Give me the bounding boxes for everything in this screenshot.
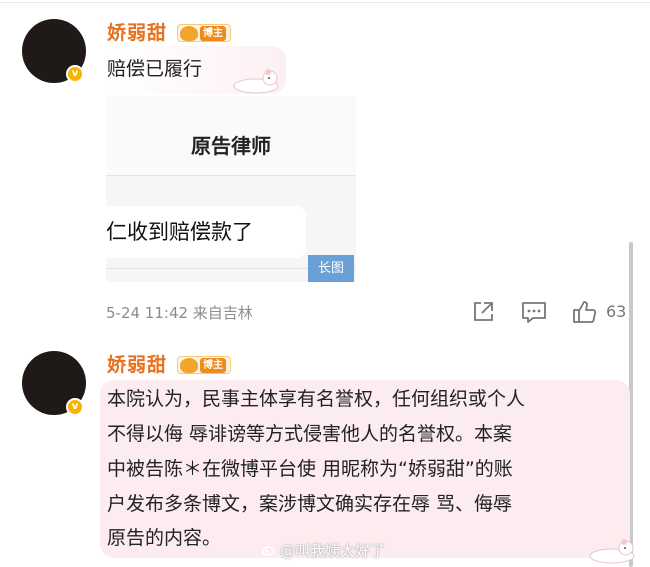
comment-icon[interactable] [521,300,547,324]
image-message-text: 仁收到赔偿款了 [106,220,253,244]
badge-label: 博主 [200,358,226,373]
like-icon[interactable] [572,300,598,324]
comment-text-line: 中被告陈＊在微博平台使 用昵称为“娇弱甜”的账 [107,458,513,480]
verified-badge-icon: v [66,398,84,416]
bunny-decoration-icon [589,539,635,564]
comment-meta: 5-24 11:42 来自吉林 [106,304,253,322]
top-divider [0,2,650,3]
comment-text-line: 户发布多条博文，案涉博文确实存在辱 骂、侮辱 [107,493,513,515]
weibo-logo-icon [262,546,275,556]
comment-text-line: 本院认为，民事主体享有名誉权，任何组织或个人 [107,388,526,410]
watermark: @叫我姨太好了 [262,540,385,561]
blogger-badge: 博主 [177,356,231,374]
crown-icon [180,26,198,41]
watermark-text: @叫我姨太好了 [280,542,386,560]
long-image-tag: 长图 [308,255,354,282]
badge-label: 博主 [200,26,226,41]
username[interactable]: 娇弱甜 [107,350,167,377]
bunny-decoration-icon [233,69,279,94]
comment-text: 赔偿已履行 [107,58,203,80]
verified-badge-icon: v [66,65,84,83]
image-message-card: 仁收到赔偿款了 [106,206,306,258]
share-icon[interactable] [471,300,495,324]
username[interactable]: 娇弱甜 [107,18,167,45]
comment-text-line: 原告的内容。 [107,527,222,549]
comment-text-line: 不得以侮 辱诽谤等方式侵害他人的名誉权。本案 [107,423,513,445]
blogger-badge: 博主 [177,24,231,42]
image-title: 原告律师 [191,134,271,158]
crown-icon [180,358,198,373]
like-count: 63 [606,302,627,321]
